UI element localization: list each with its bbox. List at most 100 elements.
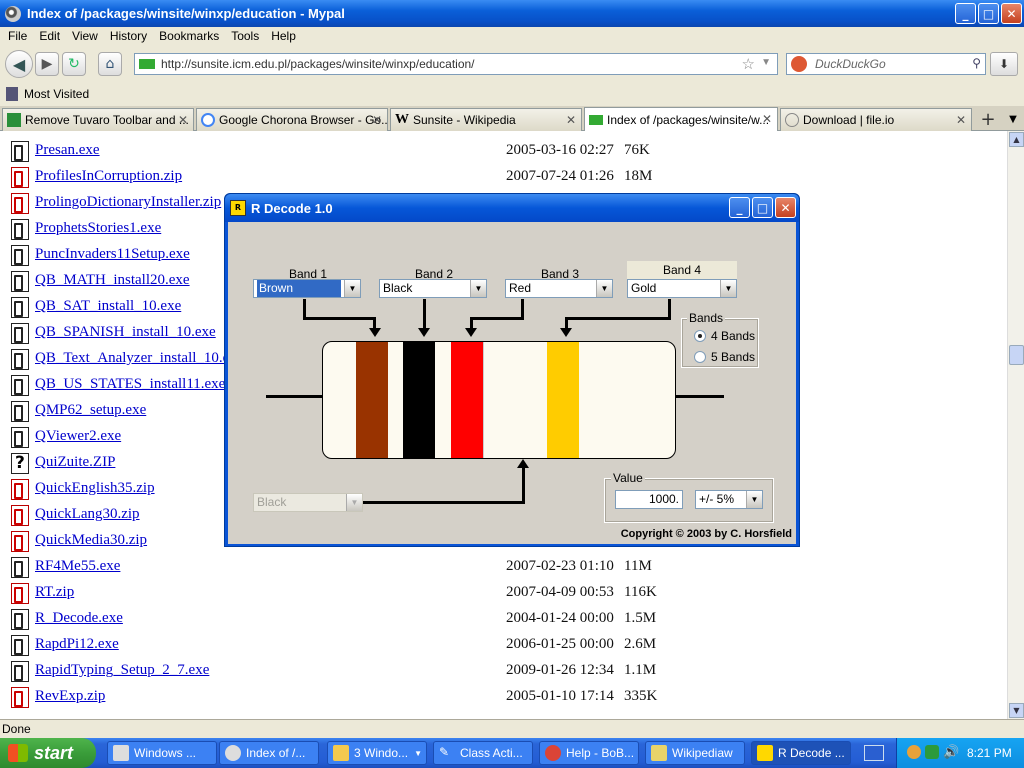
downloads-button[interactable]: ⬇: [990, 52, 1018, 76]
volume-icon[interactable]: 🔊: [943, 745, 959, 759]
chevron-down-icon[interactable]: ▼: [746, 491, 762, 508]
binary-file-icon: [11, 557, 29, 578]
menu-tools[interactable]: Tools: [231, 29, 259, 43]
file-link[interactable]: QB_SAT_install_10.exe: [35, 298, 181, 315]
dialog-close-button[interactable]: ✕: [775, 197, 796, 218]
search-icon[interactable]: ⚲: [972, 56, 981, 70]
tab-download-fileio[interactable]: Download | file.io ✕: [780, 108, 972, 131]
table-row: RevExp.zip 2005-01-10 17:14 335K: [0, 684, 1007, 710]
file-link[interactable]: RapdPi12.exe: [35, 636, 119, 653]
taskbar-windows-explorer[interactable]: Windows ...: [107, 741, 217, 765]
taskbar-wikipediaw[interactable]: Wikipediaw: [645, 741, 745, 765]
vertical-scrollbar[interactable]: ▲ ▼: [1007, 131, 1024, 719]
file-link[interactable]: RapidTyping_Setup_2_7.exe: [35, 662, 209, 679]
tab-close-icon[interactable]: ✕: [956, 113, 966, 127]
maximize-button[interactable]: □: [978, 3, 999, 24]
clock[interactable]: 8:21 PM: [967, 746, 1012, 760]
file-link[interactable]: QMP62_setup.exe: [35, 402, 146, 419]
taskbar-r-decode[interactable]: R Decode ...: [751, 741, 851, 765]
menu-history[interactable]: History: [110, 29, 147, 43]
url-dropdown-icon[interactable]: ▼: [761, 57, 771, 68]
band2-arrow-line: [423, 299, 426, 329]
bookmark-star-icon[interactable]: ☆: [742, 55, 755, 73]
file-link[interactable]: QB_Text_Analyzer_install_10.e: [35, 350, 229, 367]
tab-close-icon[interactable]: ✕: [762, 112, 772, 126]
tray-network-icon[interactable]: [925, 745, 939, 759]
chevron-down-icon[interactable]: ▼: [470, 280, 486, 297]
scroll-up-icon[interactable]: ▲: [1009, 132, 1024, 147]
band4-select[interactable]: Gold ▼: [627, 279, 737, 298]
taskbar-3-windows[interactable]: 3 Windo... ▼: [327, 741, 427, 765]
file-link[interactable]: QuickLang30.zip: [35, 506, 140, 523]
file-link[interactable]: QB_MATH_install20.exe: [35, 272, 190, 289]
tab-google-chorona[interactable]: Google Chorona Browser - Go... ✕: [196, 108, 388, 131]
tab-sunsite-wikipedia[interactable]: W Sunsite - Wikipedia ✕: [390, 108, 582, 131]
file-link[interactable]: Presan.exe: [35, 142, 100, 159]
file-link[interactable]: R_Decode.exe: [35, 610, 123, 627]
minimize-button[interactable]: _: [955, 3, 976, 24]
band3-select[interactable]: Red ▼: [505, 279, 613, 298]
zip-file-icon: [11, 505, 29, 526]
file-link[interactable]: QB_US_STATES_install11.exe: [35, 376, 225, 393]
tray-chrome-icon[interactable]: [907, 745, 921, 759]
url-bar[interactable]: http://sunsite.icm.edu.pl/packages/winsi…: [134, 53, 778, 75]
taskbar-class-actions[interactable]: ✎ Class Acti...: [433, 741, 533, 765]
band5-arrowhead-icon: [517, 459, 529, 468]
file-link[interactable]: QViewer2.exe: [35, 428, 121, 445]
new-tab-button[interactable]: +: [976, 109, 1000, 130]
radio-4-bands[interactable]: 4 Bands: [694, 329, 755, 343]
chevron-down-icon[interactable]: ▼: [346, 494, 362, 511]
menu-bookmarks[interactable]: Bookmarks: [159, 29, 219, 43]
tab-close-icon[interactable]: ✕: [372, 113, 382, 127]
browser-title-bar[interactable]: Index of /packages/winsite/winxp/educati…: [0, 0, 1024, 27]
taskbar-index-of[interactable]: Index of /...: [219, 741, 319, 765]
tab-index-of-packages[interactable]: Index of /packages/winsite/w... ✕: [584, 107, 778, 132]
file-link[interactable]: RF4Me55.exe: [35, 558, 120, 575]
file-link[interactable]: PuncInvaders11Setup.exe: [35, 246, 190, 263]
keyboard-icon[interactable]: [864, 745, 884, 761]
home-button[interactable]: ⌂: [98, 52, 122, 76]
reload-button[interactable]: ↻: [62, 52, 86, 76]
dialog-maximize-button[interactable]: □: [752, 197, 773, 218]
start-button[interactable]: start: [0, 738, 96, 768]
tab-remove-tuvaro[interactable]: Remove Tuvaro Toolbar and ... ✕: [2, 108, 194, 131]
file-link[interactable]: QuickEnglish35.zip: [35, 480, 155, 497]
back-button[interactable]: ◀: [5, 50, 33, 78]
band2-select[interactable]: Black ▼: [379, 279, 487, 298]
file-size: 76K: [624, 142, 650, 158]
menu-help[interactable]: Help: [271, 29, 296, 43]
menu-view[interactable]: View: [72, 29, 98, 43]
close-button[interactable]: ✕: [1001, 3, 1022, 24]
scroll-thumb[interactable]: [1009, 345, 1024, 365]
file-link[interactable]: QB_SPANISH_install_10.exe: [35, 324, 216, 341]
file-link[interactable]: ProphetsStories1.exe: [35, 220, 161, 237]
r-decode-title-bar[interactable]: R R Decode 1.0 _ □ ✕: [225, 194, 799, 222]
bookmark-most-visited[interactable]: Most Visited: [24, 87, 89, 101]
tab-close-icon[interactable]: ✕: [178, 113, 188, 127]
search-input[interactable]: DuckDuckGo ⚲: [786, 53, 986, 75]
radio-5-bands[interactable]: 5 Bands: [694, 350, 755, 364]
band5-select[interactable]: Black ▼: [253, 493, 363, 512]
resistance-value-field[interactable]: 1000.: [615, 490, 683, 509]
chevron-down-icon[interactable]: ▼: [596, 280, 612, 297]
band1-select[interactable]: Brown ▼: [253, 279, 361, 298]
menu-file[interactable]: File: [8, 29, 27, 43]
file-link[interactable]: QuiZuite.ZIP: [35, 454, 115, 471]
taskbar-help-bob[interactable]: Help - BoB...: [539, 741, 639, 765]
file-size: 1.5M: [624, 610, 657, 626]
tab-list-button[interactable]: ▼: [1004, 109, 1022, 130]
scroll-down-icon[interactable]: ▼: [1009, 703, 1024, 718]
file-link[interactable]: QuickMedia30.zip: [35, 532, 147, 549]
file-link[interactable]: RT.zip: [35, 584, 74, 601]
chevron-down-icon[interactable]: ▼: [344, 280, 360, 297]
dialog-minimize-button[interactable]: _: [729, 197, 750, 218]
tab-close-icon[interactable]: ✕: [566, 113, 576, 127]
band5-arrow-line: [522, 466, 525, 504]
menu-edit[interactable]: Edit: [39, 29, 60, 43]
chevron-down-icon[interactable]: ▼: [720, 280, 736, 297]
tolerance-select[interactable]: +/- 5% ▼: [695, 490, 763, 509]
file-link[interactable]: ProlingoDictionaryInstaller.zip: [35, 194, 221, 211]
forward-button[interactable]: ▶: [35, 52, 59, 76]
file-link[interactable]: RevExp.zip: [35, 688, 105, 705]
file-link[interactable]: ProfilesInCorruption.zip: [35, 168, 182, 185]
